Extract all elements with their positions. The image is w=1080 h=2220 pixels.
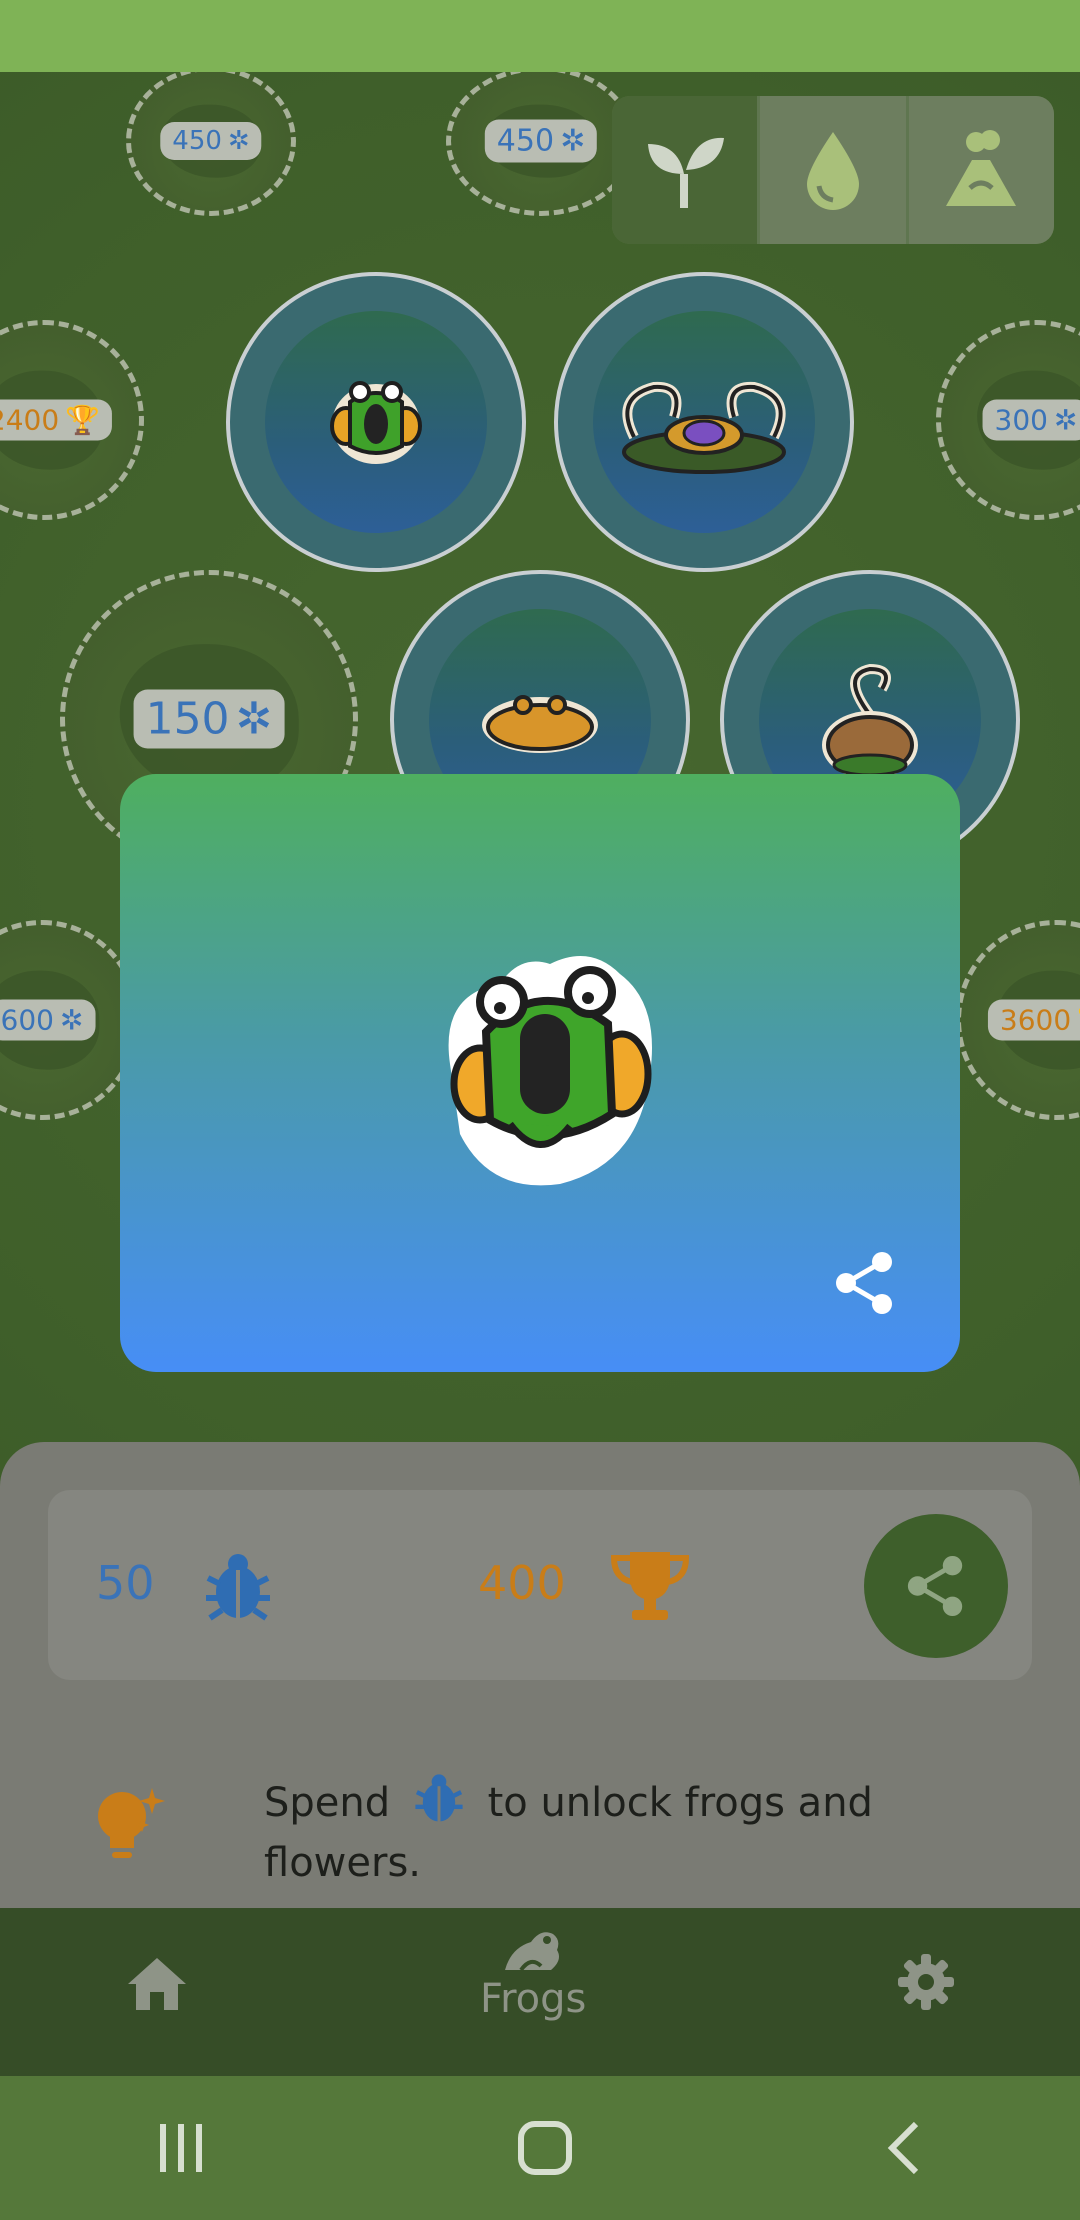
locked-spot[interactable]: 600 ✲ bbox=[0, 920, 140, 1120]
locked-spot[interactable]: 3600🏆 bbox=[956, 920, 1080, 1120]
filter-tab-water[interactable] bbox=[760, 96, 909, 244]
bottom-nav: Frogs bbox=[0, 1908, 1080, 2076]
bug-count: 50 bbox=[96, 1556, 155, 1610]
frog-icon bbox=[482, 695, 598, 753]
share-button[interactable] bbox=[864, 1514, 1008, 1658]
trophy-icon: 🏆 bbox=[65, 403, 101, 437]
nav-frogs-label: Frogs bbox=[480, 1976, 587, 2022]
frog-icon bbox=[330, 381, 422, 464]
cost-label: 450 bbox=[172, 126, 222, 156]
cost-label: 600 bbox=[0, 1003, 54, 1037]
frog-icon bbox=[622, 381, 786, 474]
status-bar bbox=[0, 0, 1080, 72]
locked-spot[interactable]: 2400🏆 bbox=[0, 320, 144, 520]
info-sheet: 50 400 Spend to unlock frogs and flowers… bbox=[0, 1442, 1080, 1908]
trophy-icon bbox=[610, 1552, 690, 1620]
cost-label: 3600 bbox=[999, 1003, 1072, 1037]
locked-spot[interactable]: 300 ✲ bbox=[936, 320, 1080, 520]
stats-panel: 50 400 bbox=[48, 1490, 1032, 1680]
cost-label: 2400 bbox=[0, 403, 60, 437]
lightbulb-icon bbox=[98, 1788, 165, 1858]
tip-text-before: Spend bbox=[264, 1780, 391, 1826]
water-drop-icon bbox=[806, 132, 859, 210]
filter-tab-volcano[interactable] bbox=[908, 96, 1054, 244]
sprout-icon bbox=[647, 137, 724, 208]
tip-text: Spend to unlock frogs and flowers. bbox=[264, 1770, 984, 1893]
filter-tab-sprout[interactable] bbox=[612, 96, 761, 244]
biome-filter bbox=[612, 96, 1054, 244]
bug-icon: ✲ bbox=[227, 126, 250, 156]
locked-spot[interactable]: 450 ✲ bbox=[126, 72, 296, 216]
home-system-icon[interactable] bbox=[517, 2120, 573, 2176]
nav-home[interactable] bbox=[126, 1956, 188, 2012]
frog-spot[interactable] bbox=[226, 272, 526, 572]
frog-nav-icon bbox=[505, 1932, 560, 1972]
bug-icon: ✲ bbox=[235, 693, 273, 745]
bug-icon bbox=[206, 1554, 270, 1621]
frog-icon bbox=[448, 956, 652, 1186]
frog-garden[interactable]: 450✲ 450✲ 2400🏆 300✲ 150✲ 600✲ 3600🏆 bbox=[0, 72, 1080, 1908]
nav-frogs[interactable]: Frogs bbox=[480, 1926, 586, 2022]
gear-icon bbox=[898, 1954, 954, 2010]
cost-label: 450 bbox=[496, 123, 555, 159]
recent-apps-icon[interactable] bbox=[156, 2120, 206, 2176]
volcano-icon bbox=[946, 130, 1017, 206]
share-icon bbox=[907, 1555, 963, 1617]
bug-icon: ✲ bbox=[1053, 403, 1078, 437]
frog-spot[interactable] bbox=[554, 272, 854, 572]
bug-icon bbox=[415, 1774, 463, 1822]
frog-icon bbox=[822, 663, 918, 779]
nav-settings[interactable] bbox=[898, 1954, 954, 2010]
trophy-count: 400 bbox=[478, 1556, 566, 1610]
cost-label: 300 bbox=[994, 403, 1048, 437]
frog-detail-card[interactable] bbox=[120, 774, 960, 1372]
share-icon[interactable] bbox=[832, 1250, 898, 1316]
bug-icon: ✲ bbox=[560, 123, 586, 159]
cost-label: 150 bbox=[145, 693, 230, 745]
bug-icon: ✲ bbox=[59, 1003, 84, 1037]
system-nav-bar bbox=[0, 2076, 1080, 2220]
home-icon bbox=[128, 1958, 186, 2010]
back-icon[interactable] bbox=[884, 2120, 924, 2176]
locked-spot[interactable]: 450 ✲ bbox=[446, 72, 636, 216]
